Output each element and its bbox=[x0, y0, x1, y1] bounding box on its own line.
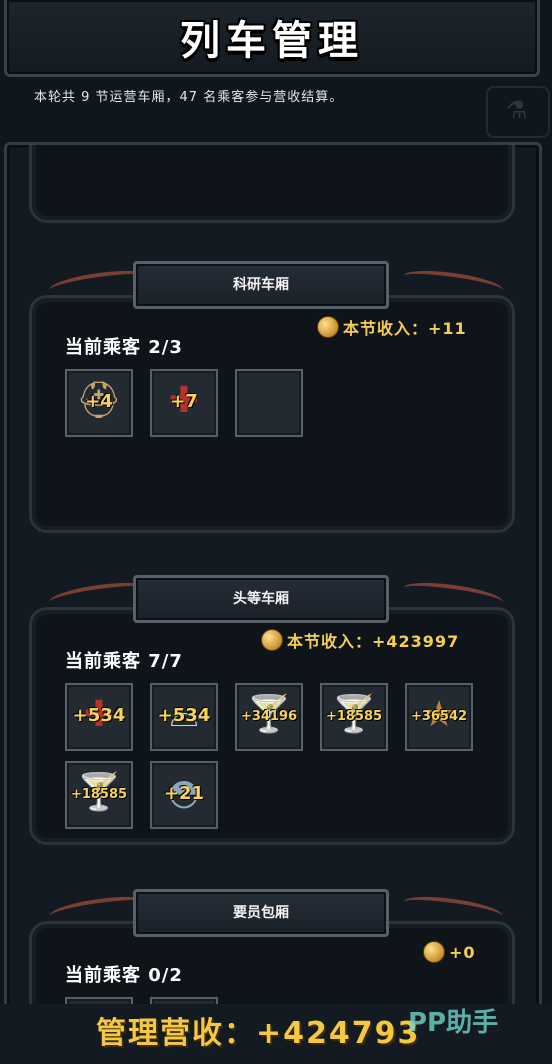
slot-value: +534 bbox=[72, 705, 126, 726]
coin-icon bbox=[261, 629, 283, 651]
wagon-tab-first-class[interactable]: 头等车厢 bbox=[133, 575, 389, 623]
passenger-slot[interactable]: ⛑ +4 bbox=[65, 369, 133, 437]
empty-slot[interactable] bbox=[235, 369, 303, 437]
passenger-slot[interactable]: 🍸 +34196 bbox=[235, 683, 303, 751]
wagon-name: 要员包厢 bbox=[233, 905, 289, 921]
page-title: 列车管理 bbox=[180, 18, 364, 64]
slot-value: +7 bbox=[170, 391, 198, 412]
passenger-slot[interactable]: ✚ +7 bbox=[150, 369, 218, 437]
passenger-slot[interactable]: 🍸 +18585 bbox=[320, 683, 388, 751]
slot-value: +36542 bbox=[410, 709, 468, 724]
passenger-slot[interactable]: 🍸 +18585 bbox=[65, 761, 133, 829]
wagon-income-text: +0 bbox=[449, 942, 476, 962]
coin-icon bbox=[423, 941, 445, 963]
wagon-income: 本节收入：+11 bbox=[317, 315, 467, 339]
slot-value: +21 bbox=[163, 783, 205, 804]
slot-value: +34196 bbox=[240, 709, 298, 724]
passenger-slot[interactable]: ✚ +534 bbox=[65, 683, 133, 751]
slot-value: +534 bbox=[157, 705, 211, 726]
wagon-frame-previous bbox=[29, 145, 515, 223]
wagon-name: 头等车厢 bbox=[233, 591, 289, 607]
slot-value: +18585 bbox=[325, 709, 383, 724]
passenger-count: 当前乘客 2/3 bbox=[65, 337, 183, 358]
round-summary: 本轮共 9 节运营车厢，47 名乘客参与营收结算。 bbox=[34, 90, 344, 105]
passenger-slot[interactable]: ⌓ +534 bbox=[150, 683, 218, 751]
slot-value: +4 bbox=[85, 391, 113, 412]
slot-value: +18585 bbox=[70, 787, 128, 802]
passenger-slot[interactable]: ◓ +21 bbox=[150, 761, 218, 829]
total-revenue: 管理营收：+424793 bbox=[96, 1016, 421, 1051]
passenger-count: 当前乘客 7/7 bbox=[65, 651, 183, 672]
flask-icon: ⚗ bbox=[486, 86, 550, 138]
coin-icon bbox=[317, 316, 339, 338]
wagon-income-text: 本节收入：+11 bbox=[343, 319, 467, 338]
wagon-income: 本节收入：+423997 bbox=[261, 628, 459, 652]
wagon-income-text: 本节收入：+423997 bbox=[287, 632, 460, 651]
passenger-slot[interactable]: ★ +36542 bbox=[405, 683, 473, 751]
passenger-count: 当前乘客 0/2 bbox=[65, 965, 183, 986]
wagon-list[interactable]: 科研车厢 本节收入：+11 当前乘客 2/3 ⛑ +4 ✚ +7 头等车厢 本节… bbox=[4, 142, 542, 1010]
title-bar: 列车管理 bbox=[4, 0, 540, 77]
watermark: PP助手 bbox=[408, 1008, 499, 1038]
wagon-name: 科研车厢 bbox=[233, 277, 289, 293]
wagon-income: +0 bbox=[423, 941, 476, 963]
wagon-tab-research[interactable]: 科研车厢 bbox=[133, 261, 389, 309]
wagon-tab-vip[interactable]: 要员包厢 bbox=[133, 889, 389, 937]
